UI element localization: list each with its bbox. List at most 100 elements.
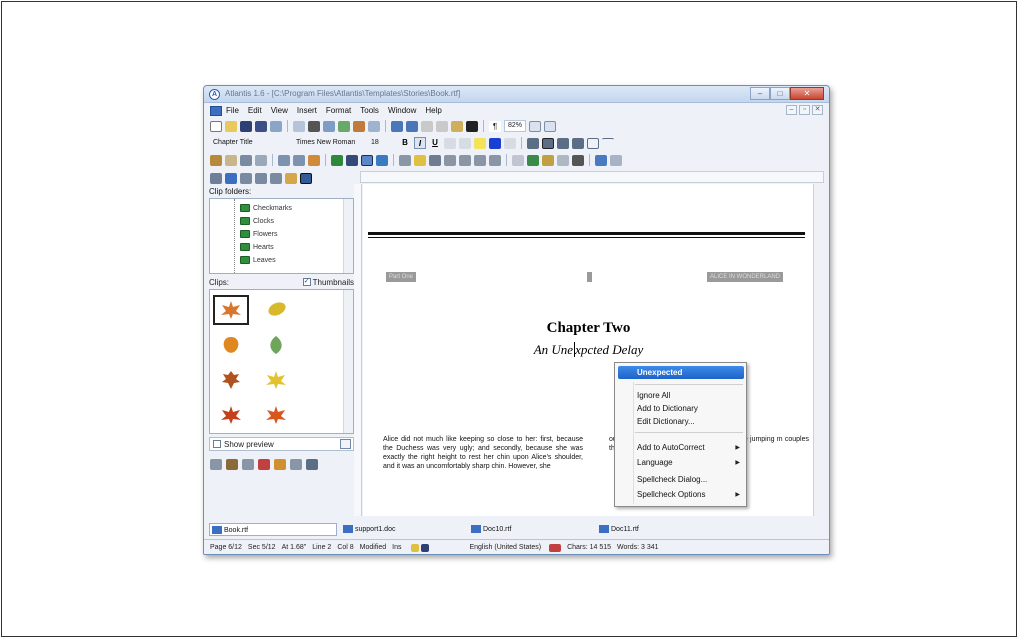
status-language[interactable]: English (United States) bbox=[469, 544, 541, 551]
menu-item-language[interactable]: Language bbox=[637, 458, 673, 467]
insert-clipart-icon[interactable] bbox=[225, 154, 237, 166]
title-bar[interactable]: A Atlantis 1.6 - [C:\Program Files\Atlan… bbox=[204, 86, 829, 103]
hand-icon[interactable] bbox=[512, 154, 524, 166]
menu-edit[interactable]: Edit bbox=[248, 106, 262, 115]
save-icon[interactable] bbox=[240, 120, 252, 132]
zoom-select[interactable]: 82% bbox=[504, 120, 527, 132]
insert-clip-icon[interactable] bbox=[210, 458, 222, 470]
help-icon[interactable] bbox=[529, 120, 542, 132]
lock-icon[interactable] bbox=[411, 543, 420, 552]
email-icon[interactable] bbox=[323, 120, 335, 132]
date-icon[interactable] bbox=[414, 154, 426, 166]
pane-gallery-icon[interactable] bbox=[300, 172, 312, 184]
font-larger-icon[interactable] bbox=[278, 154, 290, 166]
line-icon[interactable] bbox=[602, 137, 614, 149]
font-select[interactable]: Times New Roman bbox=[293, 137, 365, 149]
bold-button[interactable]: B bbox=[399, 137, 411, 149]
menu-item-edit-dictionary[interactable]: Edit Dictionary... bbox=[637, 417, 695, 426]
find-icon[interactable] bbox=[353, 120, 365, 132]
clip-maple-leaf-orange[interactable] bbox=[213, 295, 249, 325]
comment-icon[interactable] bbox=[489, 154, 501, 166]
pane-book-icon[interactable] bbox=[225, 172, 237, 184]
clip-list-icon[interactable] bbox=[290, 458, 302, 470]
pane-clipart-icon[interactable] bbox=[285, 172, 297, 184]
tab-support1[interactable]: support1.doc bbox=[341, 523, 469, 536]
thumbnails-toggle[interactable]: ✓ Thumbnails bbox=[302, 278, 354, 287]
thumbnails-checkbox[interactable]: ✓ bbox=[302, 278, 311, 286]
pane-toggle-icon[interactable] bbox=[210, 172, 222, 184]
new-document-icon[interactable] bbox=[210, 120, 222, 132]
folder-item[interactable]: Hearts bbox=[240, 242, 274, 252]
horizontal-ruler[interactable] bbox=[360, 171, 824, 183]
paste-icon[interactable] bbox=[451, 120, 463, 132]
binoculars-icon[interactable] bbox=[466, 120, 478, 132]
paragraph-marks-icon[interactable]: ¶ bbox=[489, 120, 501, 132]
clip-maple-leaf-yellow[interactable] bbox=[258, 365, 294, 395]
highlight-icon[interactable] bbox=[474, 137, 486, 149]
page-break-icon[interactable] bbox=[399, 154, 411, 166]
menu-window[interactable]: Window bbox=[388, 106, 416, 115]
menu-insert[interactable]: Insert bbox=[297, 106, 317, 115]
doc-close-button[interactable]: ✕ bbox=[812, 105, 823, 115]
spellcheck-status-icon[interactable] bbox=[549, 543, 562, 552]
field-icon[interactable] bbox=[429, 154, 441, 166]
cut-icon[interactable] bbox=[421, 120, 433, 132]
status-insert-mode[interactable]: Ins bbox=[392, 544, 401, 551]
gear-icon[interactable] bbox=[572, 154, 584, 166]
delete-clip-icon[interactable] bbox=[258, 458, 270, 470]
table-icon[interactable] bbox=[346, 154, 358, 166]
menu-item-ignore-all[interactable]: Ignore All bbox=[637, 391, 670, 400]
menu-view[interactable]: View bbox=[271, 106, 288, 115]
minimize-button[interactable]: – bbox=[750, 87, 770, 100]
folder-item[interactable]: Checkmarks bbox=[240, 203, 292, 213]
subscript-icon[interactable] bbox=[459, 137, 471, 149]
align-right-icon[interactable] bbox=[557, 137, 569, 149]
menu-item-spellcheck-dialog[interactable]: Spellcheck Dialog... bbox=[637, 475, 707, 484]
back-arrow-icon[interactable] bbox=[595, 154, 607, 166]
clip-leaf-green[interactable] bbox=[258, 330, 294, 360]
pen-icon[interactable] bbox=[542, 154, 554, 166]
folder-item[interactable]: Leaves bbox=[240, 255, 276, 265]
clip-oak-leaf-brown[interactable] bbox=[213, 365, 249, 395]
vertical-ruler[interactable] bbox=[354, 184, 362, 516]
align-left-icon[interactable] bbox=[527, 137, 539, 149]
undo-icon[interactable] bbox=[391, 120, 403, 132]
copy-icon[interactable] bbox=[436, 120, 448, 132]
header-icon[interactable] bbox=[444, 154, 456, 166]
document-scrollbar[interactable] bbox=[813, 184, 824, 516]
edit-clip-icon[interactable] bbox=[226, 458, 238, 470]
insert-symbol-icon[interactable] bbox=[255, 154, 267, 166]
footnote-icon[interactable] bbox=[474, 154, 486, 166]
italic-button[interactable]: I bbox=[414, 137, 426, 149]
style-select[interactable]: Chapter Title bbox=[210, 137, 290, 149]
redo-icon[interactable] bbox=[406, 120, 418, 132]
hyperlink-icon[interactable] bbox=[376, 154, 388, 166]
pane-lines-icon[interactable] bbox=[240, 172, 252, 184]
clip-maple-leaf-orange-red[interactable] bbox=[258, 400, 294, 430]
tab-book[interactable]: Book.rtf bbox=[209, 522, 337, 536]
font-smaller-icon[interactable] bbox=[293, 154, 305, 166]
font-color-icon[interactable] bbox=[489, 137, 501, 149]
superscript-icon[interactable] bbox=[444, 137, 456, 149]
open-folder-icon[interactable] bbox=[225, 120, 237, 132]
clip-folders-tree[interactable]: Checkmarks Clocks Flowers Hearts Leaves bbox=[209, 198, 354, 274]
style-icon[interactable] bbox=[308, 154, 320, 166]
tab-doc10[interactable]: Doc10.rtf bbox=[469, 523, 597, 536]
menu-file[interactable]: File bbox=[226, 106, 239, 115]
tab-doc11[interactable]: Doc11.rtf bbox=[597, 523, 725, 536]
menu-item-add-to-dictionary[interactable]: Add to Dictionary bbox=[637, 404, 698, 413]
clip-maple-leaf-red[interactable] bbox=[213, 400, 249, 430]
clip-leaf-yellow[interactable] bbox=[258, 295, 294, 325]
menu-tools[interactable]: Tools bbox=[360, 106, 379, 115]
pane-list-icon[interactable] bbox=[270, 172, 282, 184]
home-icon[interactable] bbox=[544, 120, 557, 132]
menu-help[interactable]: Help bbox=[425, 106, 441, 115]
clip-leaf-orange-round[interactable] bbox=[213, 330, 249, 360]
folders-scrollbar[interactable] bbox=[343, 199, 353, 273]
justify-icon[interactable] bbox=[572, 137, 584, 149]
print-icon[interactable] bbox=[308, 120, 320, 132]
font-size-select[interactable]: 18 bbox=[368, 137, 396, 149]
clip-folder-icon[interactable] bbox=[306, 458, 318, 470]
menu-item-spellcheck-options[interactable]: Spellcheck Options bbox=[637, 490, 705, 499]
menu-item-add-to-autocorrect[interactable]: Add to AutoCorrect bbox=[637, 443, 705, 452]
